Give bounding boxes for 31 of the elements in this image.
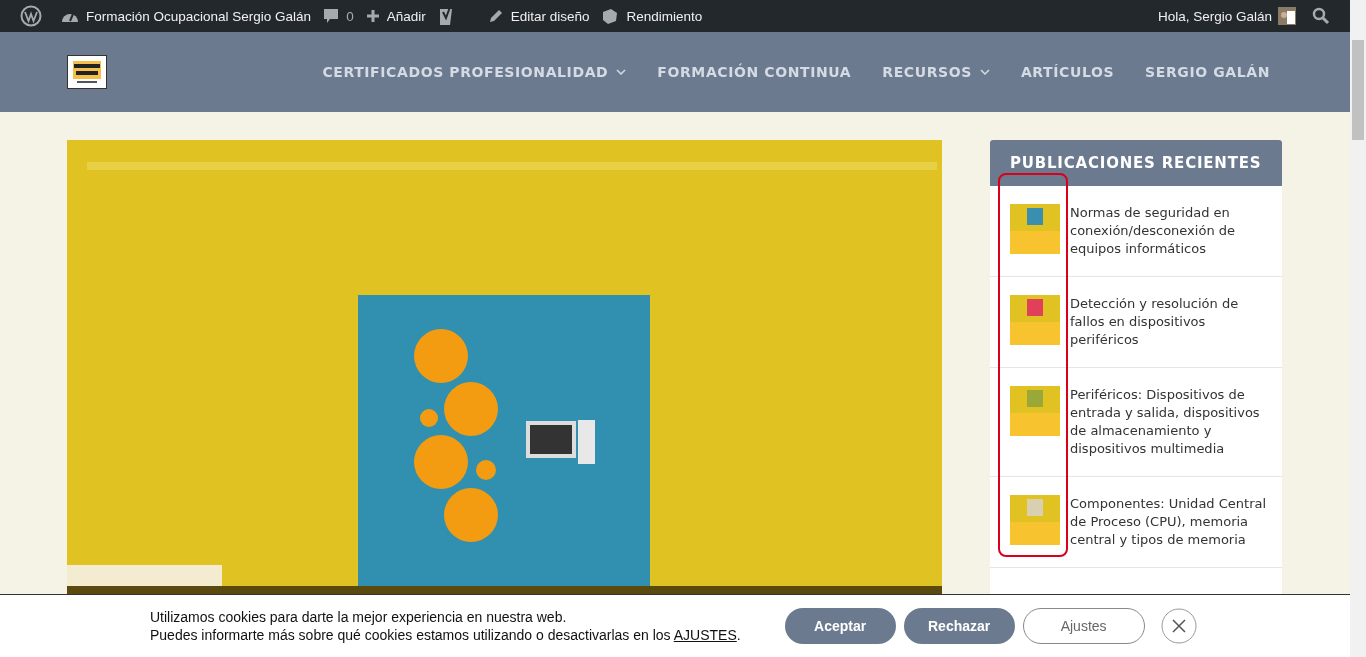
scrollbar[interactable] [1350, 0, 1366, 657]
close-icon[interactable] [1160, 608, 1197, 644]
site-logo[interactable] [67, 55, 107, 89]
post-thumbnail[interactable] [1010, 295, 1060, 345]
cube-icon [601, 7, 620, 25]
cookie-button[interactable]: Rechazar [903, 608, 1015, 644]
post-thumbnail[interactable] [1010, 386, 1060, 436]
wordpress-logo-icon[interactable] [20, 5, 42, 27]
greeting-link[interactable]: Hola, Sergio Galán [1157, 8, 1272, 24]
post-thumbnail[interactable] [1010, 495, 1060, 545]
add-new-link[interactable]: Añadir [386, 8, 426, 24]
cookie-message: Utilizamos cookies para darte la mejor experiencia en nuestra web. [150, 608, 568, 626]
post-link[interactable]: Normas de seguridad en conexión/desconexión de equipos informáticos [1070, 204, 1268, 258]
post-link[interactable]: Detección y resolución de fallos en dispositivos periféricos [1070, 295, 1268, 349]
cookie-button[interactable]: Ajustes [1022, 608, 1145, 644]
cookie-message-detail: Puedes informarte más sobre qué cookies estamos utilizando o desactivarlas en los AJUSTES. [150, 626, 741, 644]
widget-title: PUBLICACIONES RECIENTES [1010, 154, 1262, 172]
search-icon[interactable] [1312, 7, 1330, 25]
edit-design-link[interactable]: Editar diseño [510, 8, 590, 24]
post-thumbnail[interactable] [1010, 204, 1060, 254]
pencil-icon [487, 8, 504, 24]
post-link[interactable]: Periféricos: Dispositivos de entrada y salida, dispositivos de almacenamiento y dispositivos multimedia [1070, 386, 1268, 458]
post-link[interactable]: Componentes: Unidad Central de Proceso (CPU), memoria central y tipos de memoria [1070, 495, 1268, 549]
cookie-button[interactable]: Aceptar [784, 608, 896, 644]
plus-icon [365, 9, 380, 23]
comment-count[interactable]: 0 [346, 8, 354, 24]
comment-icon [323, 8, 340, 24]
avatar-icon [1278, 7, 1296, 25]
performance-link[interactable]: Rendimiento [626, 8, 703, 24]
site-name-link[interactable]: Formación Ocupacional Sergio Galán [86, 8, 312, 24]
settings-link[interactable]: AJUSTES [673, 627, 737, 643]
